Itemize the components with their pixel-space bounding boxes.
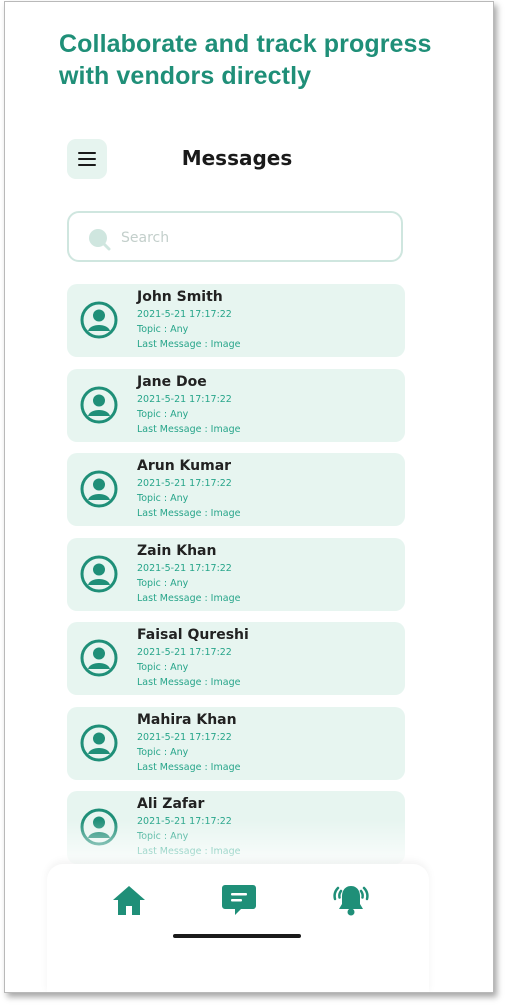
conversation-item[interactable]: Mahira Khan 2021-5-21 17:17:22 Topic : A… <box>67 706 405 780</box>
last-message: Last Message : Image <box>137 677 241 688</box>
nav-home-button[interactable] <box>109 880 149 920</box>
message-timestamp: 2021-5-21 17:17:22 <box>137 393 232 405</box>
message-timestamp: 2021-5-21 17:17:22 <box>137 816 232 827</box>
user-avatar-icon <box>80 639 118 677</box>
user-avatar-icon <box>80 470 118 508</box>
conversation-topic: Topic : Any <box>137 662 189 673</box>
last-message: Last Message : Image <box>137 846 241 857</box>
hamburger-menu-icon <box>78 152 96 166</box>
headline-line-1: Collaborate and track progress <box>59 30 432 58</box>
user-avatar-icon <box>80 724 118 761</box>
message-timestamp: 2021-5-21 17:17:22 <box>137 731 232 743</box>
search-input[interactable] <box>119 223 393 253</box>
conversation-item[interactable]: Arun Kumar 2021-5-21 17:17:22 Topic : An… <box>67 453 405 526</box>
message-timestamp: 2021-5-21 17:17:22 <box>137 647 232 658</box>
contact-name: Ali Zafar <box>137 796 205 812</box>
conversation-topic: Topic : Any <box>137 577 189 589</box>
conversation-item[interactable]: Jane Doe 2021-5-21 17:17:22 Topic : Any … <box>67 368 405 442</box>
promo-headline: Collaborate and track progress with vend… <box>59 28 479 92</box>
menu-button[interactable] <box>67 139 107 179</box>
conversation-item[interactable]: Faisal Qureshi 2021-5-21 17:17:22 Topic … <box>67 622 405 695</box>
contact-name: John Smith <box>137 289 223 305</box>
conversation-topic: Topic : Any <box>137 324 189 335</box>
last-message: Last Message : Image <box>137 508 241 519</box>
last-message: Last Message : Image <box>137 423 241 435</box>
notification-bell-icon <box>333 886 369 916</box>
search-icon <box>89 229 111 251</box>
nav-notifications-button[interactable] <box>331 880 371 920</box>
search-bar[interactable] <box>67 211 403 262</box>
user-avatar-icon <box>80 555 118 592</box>
conversation-item[interactable]: John Smith 2021-5-21 17:17:22 Topic : An… <box>67 284 405 357</box>
last-message: Last Message : Image <box>137 592 241 604</box>
home-indicator <box>173 934 301 938</box>
home-icon <box>113 886 145 915</box>
contact-name: Zain Khan <box>137 542 217 559</box>
conversation-list: John Smith 2021-5-21 17:17:22 Topic : An… <box>67 284 405 876</box>
contact-name: Arun Kumar <box>137 458 232 474</box>
conversation-topic: Topic : Any <box>137 408 189 420</box>
bottom-navigation-bar <box>47 864 429 992</box>
page-title: Messages <box>181 146 293 170</box>
conversation-topic: Topic : Any <box>137 746 189 758</box>
message-timestamp: 2021-5-21 17:17:22 <box>137 478 232 489</box>
user-avatar-icon <box>80 808 118 846</box>
headline-line-2: with vendors directly <box>59 62 312 90</box>
message-timestamp: 2021-5-21 17:17:22 <box>137 309 232 320</box>
conversation-item[interactable]: Ali Zafar 2021-5-21 17:17:22 Topic : Any… <box>67 791 405 864</box>
nav-messages-button[interactable] <box>219 880 259 920</box>
user-avatar-icon <box>80 301 118 339</box>
conversation-item[interactable]: Zain Khan 2021-5-21 17:17:22 Topic : Any… <box>67 537 405 611</box>
contact-name: Mahira Khan <box>137 711 237 728</box>
contact-name: Jane Doe <box>137 373 207 390</box>
conversation-topic: Topic : Any <box>137 831 189 842</box>
message-timestamp: 2021-5-21 17:17:22 <box>137 562 232 574</box>
phone-screen: Collaborate and track progress with vend… <box>4 1 494 993</box>
contact-name: Faisal Qureshi <box>137 627 249 643</box>
user-avatar-icon <box>80 386 118 423</box>
messages-icon <box>222 885 256 915</box>
last-message: Last Message : Image <box>137 761 241 773</box>
last-message: Last Message : Image <box>137 339 241 350</box>
conversation-topic: Topic : Any <box>137 493 189 504</box>
